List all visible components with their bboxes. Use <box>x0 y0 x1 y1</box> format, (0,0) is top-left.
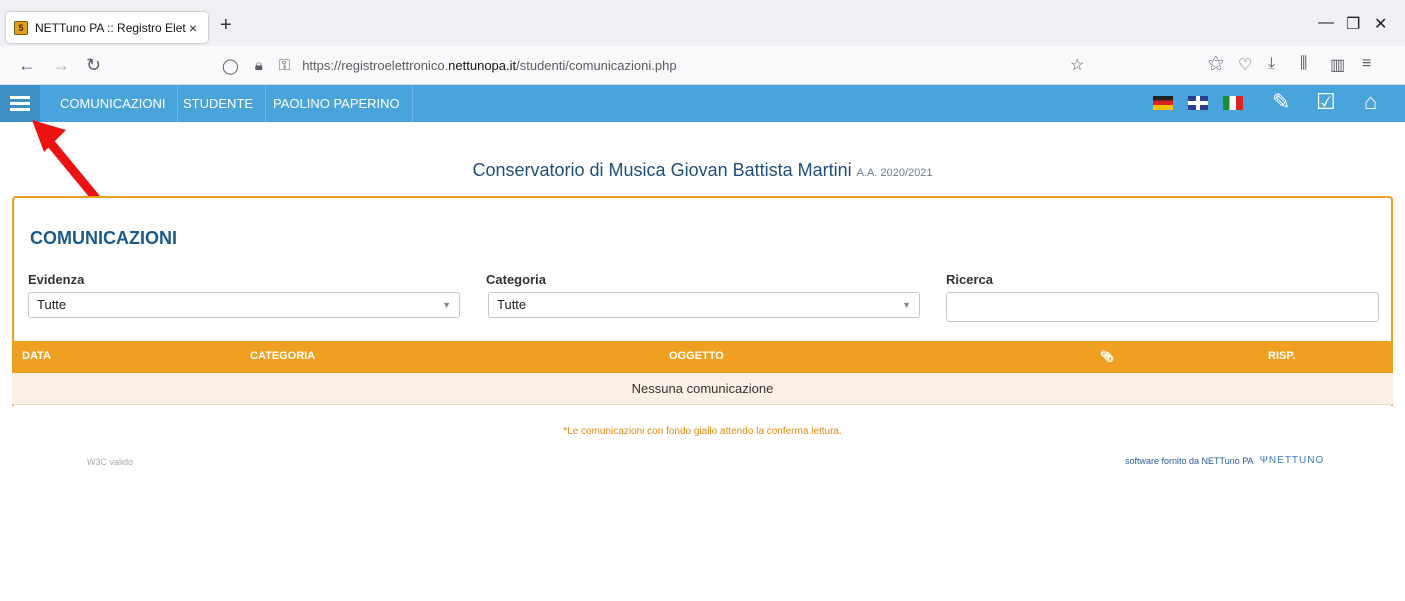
browser-tab[interactable]: 5 NETTuno PA :: Registro Elettroni × <box>6 12 208 43</box>
edit-square-icon[interactable]: ☑ <box>1316 89 1336 115</box>
categoria-selected-value: Tutte <box>497 297 527 312</box>
column-risp[interactable]: RISP. <box>1268 350 1295 362</box>
reload-icon[interactable]: ↻ <box>86 55 101 76</box>
chevron-down-icon: ▼ <box>902 300 911 310</box>
back-icon[interactable]: ← <box>18 55 36 76</box>
pocket-icon[interactable]: ♡ <box>1238 55 1252 75</box>
school-title: Conservatorio di Musica Giovan Battista … <box>0 160 1405 181</box>
table-empty-row: Nessuna comunicazione <box>12 373 1393 405</box>
nav-studente[interactable]: STUDENTE <box>171 85 267 122</box>
ricerca-input[interactable] <box>946 292 1379 322</box>
column-oggetto[interactable]: OGGETTO <box>669 350 724 362</box>
provider-text[interactable]: software fornito da NETTuno PA <box>1125 456 1254 466</box>
categoria-select[interactable]: Tutte ▼ <box>488 292 920 318</box>
minimize-icon[interactable]: — <box>1318 14 1334 32</box>
nettuno-logo-icon: ΨNETTUNO <box>1259 455 1325 466</box>
nav-student-name[interactable]: PAOLINO PAPERINO <box>261 85 413 122</box>
restore-icon[interactable]: ❐ <box>1346 14 1360 34</box>
close-window-icon[interactable]: ✕ <box>1374 14 1387 34</box>
categoria-label: Categoria <box>486 272 546 287</box>
close-tab-icon[interactable]: × <box>186 20 200 36</box>
german-flag-icon[interactable] <box>1153 96 1173 110</box>
key-icon[interactable]: ⚿ <box>279 57 290 74</box>
panel-title: COMUNICAZIONI <box>30 228 177 248</box>
italian-flag-icon[interactable] <box>1223 96 1243 110</box>
new-tab-button[interactable]: + <box>220 14 232 37</box>
paperclip-icon: 📎︎ <box>1100 351 1114 363</box>
w3c-badge[interactable]: W3C valido <box>87 457 133 467</box>
evidenza-select[interactable]: Tutte ▼ <box>28 292 460 318</box>
column-data[interactable]: DATA <box>22 350 51 362</box>
bookmark-star-icon[interactable]: ☆ <box>1070 55 1084 75</box>
sidebar-icon[interactable]: ▥ <box>1330 55 1345 75</box>
academic-year: A.A. 2020/2021 <box>856 167 933 179</box>
url-text[interactable]: https://registroelettronico.nettunopa.it… <box>302 58 676 73</box>
chevron-down-icon: ▼ <box>442 300 451 310</box>
ricerca-label: Ricerca <box>946 272 993 287</box>
browser-tabbar: 5 NETTuno PA :: Registro Elettroni × + —… <box>0 0 1405 46</box>
url-bar[interactable]: ◯ 🔒︎ ⚿ https://registroelettronico.nettu… <box>214 50 1094 81</box>
english-flag-icon[interactable] <box>1188 96 1208 110</box>
evidenza-label: Evidenza <box>28 272 85 287</box>
forward-icon[interactable]: → <box>52 55 70 76</box>
table-header: DATA CATEGORIA OGGETTO 📎︎ RISP. <box>12 341 1393 373</box>
provider-footer[interactable]: software fornito da NETTuno PA ΨNETTUNO <box>1125 455 1324 466</box>
library-icon[interactable]: ⫼ <box>1300 55 1307 73</box>
menu-icon[interactable]: ≡ <box>1362 55 1371 73</box>
extensions-icon[interactable]: ⚝ <box>1208 55 1224 73</box>
school-name: Conservatorio di Musica Giovan Battista … <box>472 160 852 180</box>
download-icon[interactable]: ⤓ <box>1268 55 1275 73</box>
tab-title: NETTuno PA :: Registro Elettroni <box>35 20 186 35</box>
evidenza-selected-value: Tutte <box>37 297 67 312</box>
shield-icon[interactable]: ◯ <box>222 57 239 75</box>
home-icon[interactable]: ⌂ <box>1364 89 1377 115</box>
lock-icon[interactable]: 🔒︎ <box>255 57 263 74</box>
footer-note: *Le comunicazioni con fondo giallo atten… <box>563 426 842 437</box>
book-edit-icon[interactable]: ✎ <box>1272 89 1290 115</box>
app-topbar: COMUNICAZIONI STUDENTE PAOLINO PAPERINO … <box>0 85 1405 122</box>
site-favicon-icon: 5 <box>14 20 28 35</box>
column-categoria[interactable]: CATEGORIA <box>250 350 315 362</box>
